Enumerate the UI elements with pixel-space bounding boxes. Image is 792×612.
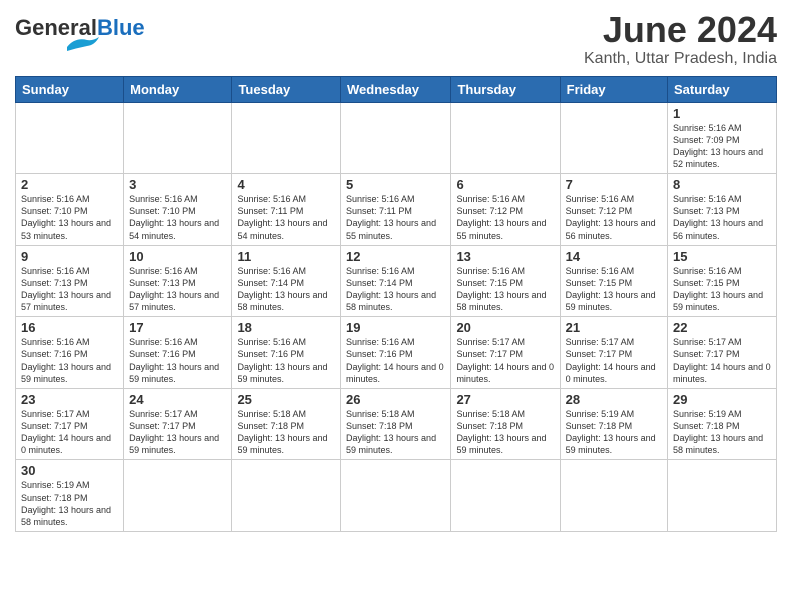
sunrise-1: Sunrise: 5:16 AM: [673, 123, 742, 133]
day-num-2: 2: [21, 177, 118, 192]
day-7: 7 Sunrise: 5:16 AM Sunset: 7:12 PM Dayli…: [560, 174, 667, 246]
day-20: 20 Sunrise: 5:17 AM Sunset: 7:17 PM Dayl…: [451, 317, 560, 389]
day-5: 5 Sunrise: 5:16 AM Sunset: 7:11 PM Dayli…: [341, 174, 451, 246]
weekday-header-row: Sunday Monday Tuesday Wednesday Thursday…: [16, 76, 777, 102]
header-wednesday: Wednesday: [341, 76, 451, 102]
empty-cell: [560, 102, 667, 174]
day-2: 2 Sunrise: 5:16 AM Sunset: 7:10 PM Dayli…: [16, 174, 124, 246]
day-8: 8 Sunrise: 5:16 AM Sunset: 7:13 PM Dayli…: [668, 174, 777, 246]
day-30: 30 Sunrise: 5:19 AM Sunset: 7:18 PM Dayl…: [16, 460, 124, 532]
day-23: 23 Sunrise: 5:17 AM Sunset: 7:17 PM Dayl…: [16, 388, 124, 460]
header-sunday: Sunday: [16, 76, 124, 102]
daylight-1: Daylight: 13 hours and 52 minutes.: [673, 147, 763, 169]
empty-cell: [341, 460, 451, 532]
table-row: 1 Sunrise: 5:16 AM Sunset: 7:09 PM Dayli…: [16, 102, 777, 174]
day-26: 26 Sunrise: 5:18 AM Sunset: 7:18 PM Dayl…: [341, 388, 451, 460]
table-row: 9 Sunrise: 5:16 AM Sunset: 7:13 PM Dayli…: [16, 245, 777, 317]
day-17: 17 Sunrise: 5:16 AM Sunset: 7:16 PM Dayl…: [124, 317, 232, 389]
logo: General Blue: [15, 15, 145, 56]
day-info-1: Sunrise: 5:16 AM Sunset: 7:09 PM Dayligh…: [673, 122, 771, 171]
header-saturday: Saturday: [668, 76, 777, 102]
empty-cell: [232, 102, 341, 174]
day-info-2: Sunrise: 5:16 AM Sunset: 7:10 PM Dayligh…: [21, 193, 118, 242]
day-29: 29 Sunrise: 5:19 AM Sunset: 7:18 PM Dayl…: [668, 388, 777, 460]
table-row: 23 Sunrise: 5:17 AM Sunset: 7:17 PM Dayl…: [16, 388, 777, 460]
day-25: 25 Sunrise: 5:18 AM Sunset: 7:18 PM Dayl…: [232, 388, 341, 460]
day-6: 6 Sunrise: 5:16 AM Sunset: 7:12 PM Dayli…: [451, 174, 560, 246]
calendar-page: General Blue June 2024 Kanth, Uttar Prad…: [0, 0, 792, 612]
page-subtitle: Kanth, Uttar Pradesh, India: [584, 50, 777, 68]
page-title: June 2024: [584, 10, 777, 50]
day-9: 9 Sunrise: 5:16 AM Sunset: 7:13 PM Dayli…: [16, 245, 124, 317]
day-24: 24 Sunrise: 5:17 AM Sunset: 7:17 PM Dayl…: [124, 388, 232, 460]
table-row: 16 Sunrise: 5:16 AM Sunset: 7:16 PM Dayl…: [16, 317, 777, 389]
logo-wing: [67, 37, 99, 56]
day-num-1: 1: [673, 106, 771, 121]
header-thursday: Thursday: [451, 76, 560, 102]
day-28: 28 Sunrise: 5:19 AM Sunset: 7:18 PM Dayl…: [560, 388, 667, 460]
day-18: 18 Sunrise: 5:16 AM Sunset: 7:16 PM Dayl…: [232, 317, 341, 389]
empty-cell: [451, 460, 560, 532]
empty-cell: [124, 102, 232, 174]
day-21: 21 Sunrise: 5:17 AM Sunset: 7:17 PM Dayl…: [560, 317, 667, 389]
empty-cell: [451, 102, 560, 174]
day-14: 14 Sunrise: 5:16 AM Sunset: 7:15 PM Dayl…: [560, 245, 667, 317]
header-friday: Friday: [560, 76, 667, 102]
day-12: 12 Sunrise: 5:16 AM Sunset: 7:14 PM Dayl…: [341, 245, 451, 317]
calendar-table: Sunday Monday Tuesday Wednesday Thursday…: [15, 76, 777, 532]
day-15: 15 Sunrise: 5:16 AM Sunset: 7:15 PM Dayl…: [668, 245, 777, 317]
empty-cell: [560, 460, 667, 532]
empty-cell: [341, 102, 451, 174]
day-11: 11 Sunrise: 5:16 AM Sunset: 7:14 PM Dayl…: [232, 245, 341, 317]
sunset-1: Sunset: 7:09 PM: [673, 135, 740, 145]
empty-cell: [16, 102, 124, 174]
header-tuesday: Tuesday: [232, 76, 341, 102]
day-19: 19 Sunrise: 5:16 AM Sunset: 7:16 PM Dayl…: [341, 317, 451, 389]
table-row: 30 Sunrise: 5:19 AM Sunset: 7:18 PM Dayl…: [16, 460, 777, 532]
day-4: 4 Sunrise: 5:16 AM Sunset: 7:11 PM Dayli…: [232, 174, 341, 246]
day-3: 3 Sunrise: 5:16 AM Sunset: 7:10 PM Dayli…: [124, 174, 232, 246]
empty-cell: [232, 460, 341, 532]
empty-cell: [668, 460, 777, 532]
table-row: 2 Sunrise: 5:16 AM Sunset: 7:10 PM Dayli…: [16, 174, 777, 246]
day-10: 10 Sunrise: 5:16 AM Sunset: 7:13 PM Dayl…: [124, 245, 232, 317]
header-monday: Monday: [124, 76, 232, 102]
title-block: June 2024 Kanth, Uttar Pradesh, India: [584, 10, 777, 68]
page-header: General Blue June 2024 Kanth, Uttar Prad…: [15, 10, 777, 68]
logo-blue-text: Blue: [97, 15, 145, 41]
day-16: 16 Sunrise: 5:16 AM Sunset: 7:16 PM Dayl…: [16, 317, 124, 389]
day-1: 1 Sunrise: 5:16 AM Sunset: 7:09 PM Dayli…: [668, 102, 777, 174]
day-13: 13 Sunrise: 5:16 AM Sunset: 7:15 PM Dayl…: [451, 245, 560, 317]
day-27: 27 Sunrise: 5:18 AM Sunset: 7:18 PM Dayl…: [451, 388, 560, 460]
day-22: 22 Sunrise: 5:17 AM Sunset: 7:17 PM Dayl…: [668, 317, 777, 389]
empty-cell: [124, 460, 232, 532]
